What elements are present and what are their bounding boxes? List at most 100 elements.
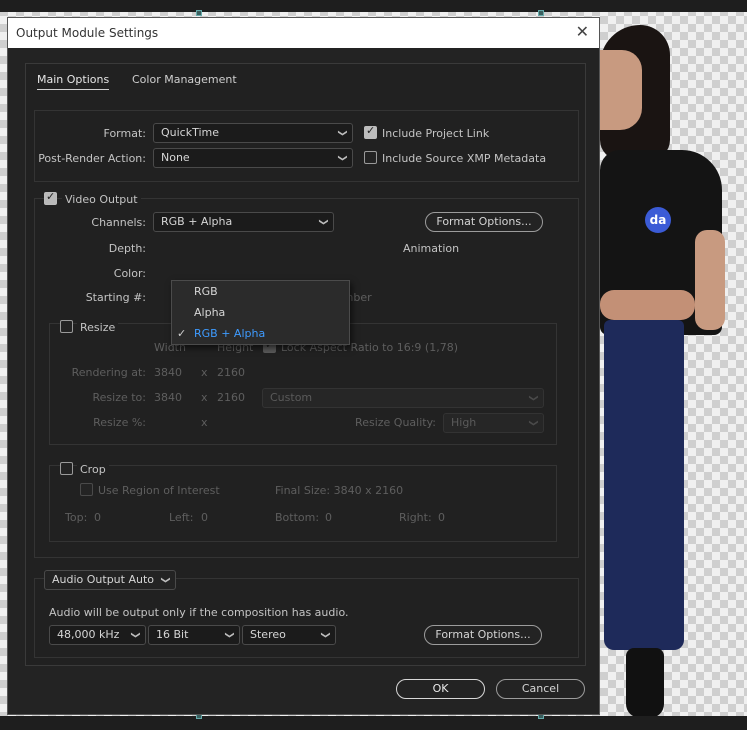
chevron-down-icon: ❯ <box>224 631 235 639</box>
rendering-at-label: Rendering at: <box>71 366 146 379</box>
resize-to-label: Resize to: <box>92 391 147 404</box>
resize-preset-value: Custom <box>270 391 313 404</box>
crop-label: Crop <box>77 463 109 476</box>
tab-main-options[interactable]: Main Options <box>37 73 110 90</box>
menu-item-label: Alpha <box>194 306 226 319</box>
final-size-text: Final Size: 3840 x 2160 <box>275 484 404 497</box>
ok-button[interactable]: OK <box>396 679 485 699</box>
channels-menu-item-rgb-alpha[interactable]: ✓ RGB + Alpha <box>172 323 349 344</box>
cancel-button[interactable]: Cancel <box>496 679 585 699</box>
audio-channels-dropdown[interactable]: Stereo ❯ <box>242 625 336 645</box>
include-project-link-label: Include Project Link <box>382 127 490 140</box>
presenter-boot <box>626 648 664 718</box>
format-dropdown[interactable]: QuickTime ❯ <box>153 123 353 143</box>
crop-checkbox[interactable] <box>60 462 73 475</box>
resize-checkbox[interactable] <box>60 320 73 333</box>
include-xmp-label: Include Source XMP Metadata <box>382 152 547 165</box>
include-xmp-checkbox[interactable] <box>364 151 377 164</box>
resize-quality-label: Resize Quality: <box>355 416 436 429</box>
audio-output-mode-dropdown[interactable]: Audio Output Auto ❯ <box>44 570 176 590</box>
resize-handle[interactable] <box>196 10 202 16</box>
menu-item-label: RGB <box>194 285 218 298</box>
rendering-height: 2160 <box>217 366 245 379</box>
video-output-checkbox[interactable] <box>44 190 57 205</box>
use-roi-checkbox[interactable] <box>80 483 93 496</box>
resize-label: Resize <box>77 321 119 334</box>
chevron-down-icon: ❯ <box>160 576 171 584</box>
crop-bottom-value[interactable]: 0 <box>325 511 332 524</box>
resize-percent-label: Resize %: <box>93 416 146 429</box>
format-label: Format: <box>103 127 146 140</box>
dialog-title: Output Module Settings <box>16 26 159 40</box>
output-module-settings-dialog: Output Module Settings ✕ Main Options Co… <box>7 17 600 715</box>
x-separator: x <box>201 391 208 404</box>
audio-bit-depth-dropdown[interactable]: 16 Bit ❯ <box>148 625 240 645</box>
color-label: Color: <box>113 267 146 280</box>
x-separator: x <box>201 366 208 379</box>
video-output-group: Width Height Lock Aspect Ratio to 16:9 (… <box>34 198 579 558</box>
chevron-down-icon: ❯ <box>318 218 329 226</box>
window-top-strip <box>0 0 747 16</box>
post-render-dropdown[interactable]: None ❯ <box>153 148 353 168</box>
crop-top-value[interactable]: 0 <box>94 511 101 524</box>
chevron-down-icon: ❯ <box>130 631 141 639</box>
channels-menu-item-rgb[interactable]: RGB <box>172 281 349 302</box>
format-value: QuickTime <box>161 126 220 139</box>
chevron-down-icon: ❯ <box>337 129 348 137</box>
channels-label: Channels: <box>91 216 146 229</box>
starting-number-label: Starting #: <box>85 291 146 304</box>
checkmark-icon: ✓ <box>177 327 187 340</box>
codec-text: Animation <box>403 242 460 255</box>
channels-value: RGB + Alpha <box>161 215 233 228</box>
audio-format-options-button[interactable]: Format Options... <box>424 625 542 645</box>
use-roi-label: Use Region of Interest <box>98 484 220 497</box>
resize-quality-dropdown[interactable]: High ❯ <box>443 413 544 433</box>
crop-right-label: Right: <box>399 511 432 524</box>
resize-to-height[interactable]: 2160 <box>217 391 245 404</box>
shirt-logo: da <box>645 207 671 233</box>
audio-output-group: Audio will be output only if the composi… <box>34 578 579 658</box>
resize-handle[interactable] <box>538 10 544 16</box>
post-render-value: None <box>161 151 190 164</box>
channels-dropdown[interactable]: RGB + Alpha ❯ <box>153 212 334 232</box>
crop-left-label: Left: <box>169 511 194 524</box>
crop-group: Use Region of Interest Final Size: 3840 … <box>49 465 557 542</box>
video-output-label: Video Output <box>62 193 141 206</box>
presenter-jeans <box>604 320 684 650</box>
crop-bottom-label: Bottom: <box>275 511 320 524</box>
chevron-down-icon: ❯ <box>337 154 348 162</box>
crop-top-label: Top: <box>65 511 88 524</box>
presenter-hands <box>600 290 695 320</box>
include-project-link-checkbox[interactable] <box>364 124 377 139</box>
tab-color-management[interactable]: Color Management <box>132 73 237 86</box>
presenter-arm <box>695 230 725 330</box>
dialog-titlebar: Output Module Settings ✕ <box>8 18 599 48</box>
audio-sample-rate-dropdown[interactable]: 48,000 kHz ❯ <box>49 625 146 645</box>
x-separator: x <box>201 416 208 429</box>
post-render-label: Post-Render Action: <box>38 152 146 165</box>
audio-sample-rate-value: 48,000 kHz <box>57 628 120 641</box>
audio-channels-value: Stereo <box>250 628 286 641</box>
crop-left-value[interactable]: 0 <box>201 511 208 524</box>
menu-item-label: RGB + Alpha <box>194 327 266 340</box>
presenter-image: da <box>600 20 747 720</box>
rendering-width: 3840 <box>154 366 182 379</box>
chevron-down-icon: ❯ <box>528 394 539 402</box>
chevron-down-icon: ❯ <box>528 419 539 427</box>
resize-quality-value: High <box>451 416 477 429</box>
audio-bit-depth-value: 16 Bit <box>156 628 189 641</box>
resize-preset-dropdown[interactable]: Custom ❯ <box>262 388 544 408</box>
video-format-options-button[interactable]: Format Options... <box>425 212 543 232</box>
audio-output-mode-value: Audio Output Auto <box>52 573 155 586</box>
channels-menu: RGB Alpha ✓ RGB + Alpha <box>171 280 350 345</box>
settings-panel: Main Options Color Management Format: Qu… <box>25 63 586 666</box>
presenter-face <box>600 50 642 130</box>
close-icon[interactable]: ✕ <box>576 22 589 41</box>
depth-label: Depth: <box>108 242 146 255</box>
chevron-down-icon: ❯ <box>320 631 331 639</box>
resize-to-width[interactable]: 3840 <box>154 391 182 404</box>
crop-right-value[interactable]: 0 <box>438 511 445 524</box>
format-group: Format: QuickTime ❯ Include Project Link… <box>34 110 579 182</box>
audio-note-text: Audio will be output only if the composi… <box>49 606 349 619</box>
channels-menu-item-alpha[interactable]: Alpha <box>172 302 349 323</box>
